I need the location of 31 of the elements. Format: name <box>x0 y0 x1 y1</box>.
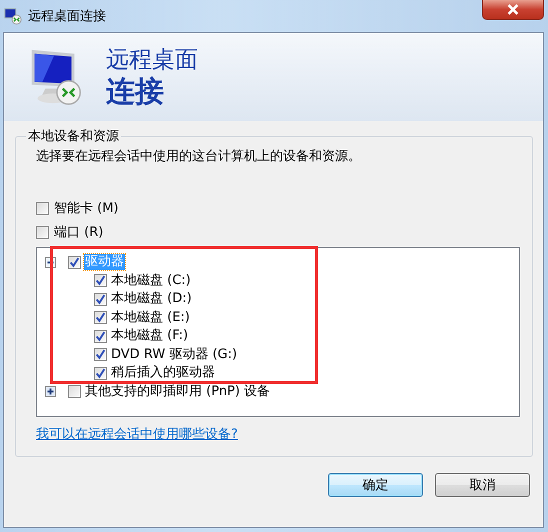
monitor-icon <box>4 7 22 25</box>
ok-button[interactable]: 确定 <box>328 473 423 497</box>
help-link[interactable]: 我可以在远程会话中使用哪些设备? <box>36 425 238 443</box>
checkbox-label: 端口 (R) <box>54 224 104 241</box>
checkbox[interactable] <box>36 226 49 238</box>
checkbox[interactable] <box>94 292 107 306</box>
checkbox[interactable] <box>94 366 107 380</box>
tree-item[interactable]: DVD RW 驱动器 (G:) <box>110 346 238 363</box>
checkbox[interactable] <box>94 311 107 324</box>
checkbox[interactable] <box>94 348 107 362</box>
checkbox[interactable] <box>94 274 107 288</box>
description-text: 选择要在远程会话中使用的这台计算机上的设备和资源。 <box>36 148 362 165</box>
tree-item[interactable]: 本地磁盘 (C:) <box>110 272 192 289</box>
header-title: 远程桌面 <box>106 46 198 74</box>
tree-item[interactable]: 本地磁盘 (D:) <box>110 291 193 308</box>
checkbox[interactable] <box>36 202 49 214</box>
checkbox[interactable] <box>68 385 81 398</box>
group-label: 本地设备和资源 <box>27 128 120 145</box>
close-button[interactable] <box>482 0 544 20</box>
header-title: 连接 <box>106 74 165 108</box>
expand-icon[interactable] <box>45 386 56 398</box>
checkbox[interactable] <box>68 256 81 269</box>
tree-item[interactable]: 本地磁盘 (E:) <box>110 310 191 326</box>
checkbox[interactable] <box>94 330 107 343</box>
checkbox-label: 智能卡 (M) <box>54 200 118 217</box>
window-title: 远程桌面连接 <box>28 8 106 25</box>
close-icon <box>506 4 520 15</box>
tree-item[interactable]: 其他支持的即插即用 (PnP) 设备 <box>84 384 272 400</box>
tree-item[interactable]: 本地磁盘 (F:) <box>110 328 190 344</box>
tree-item[interactable]: 稍后插入的驱动器 <box>110 365 216 382</box>
cancel-button[interactable]: 取消 <box>435 473 530 497</box>
